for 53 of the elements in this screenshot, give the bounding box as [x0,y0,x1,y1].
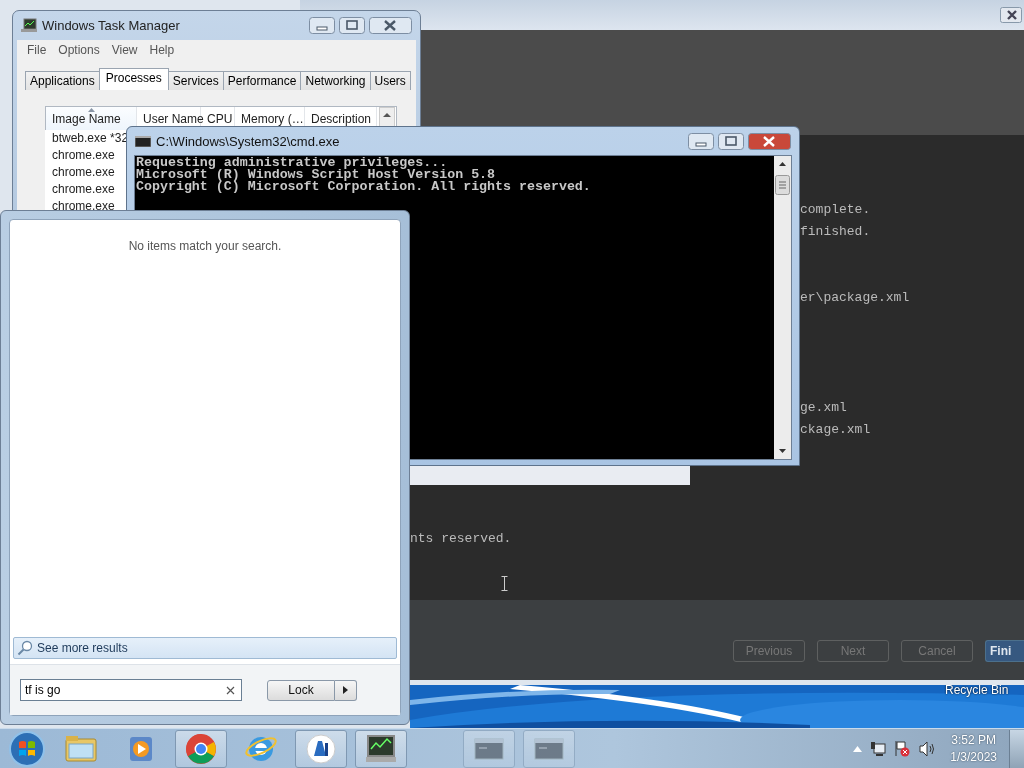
minimize-button[interactable] [688,132,714,150]
empty-results-message: No items match your search. [128,239,282,253]
console-line: Requesting administrative privileges... [136,157,448,169]
volume-icon[interactable] [918,740,937,757]
desktop-icon-label[interactable]: Recycle Bin [945,683,1009,697]
text-cursor-icon [501,576,508,591]
clear-icon[interactable] [226,686,235,695]
show-desktop-button[interactable] [1009,729,1024,768]
tab[interactable]: Networking [300,71,371,90]
menu-item[interactable]: File [21,43,53,57]
show-hidden-icons-button[interactable] [853,745,863,752]
tab[interactable]: Users [369,71,411,90]
console-line: complete. [800,201,871,219]
close-button[interactable] [748,132,791,150]
console-line: nts reserved. [410,530,512,548]
search-icon [17,640,33,656]
taskbar-button[interactable] [355,729,407,768]
caret-icon [343,686,348,694]
scroll-up-button[interactable] [379,107,395,129]
network-icon[interactable] [870,740,887,757]
tab[interactable]: Processes [98,68,169,90]
scrollbar[interactable] [774,156,791,459]
console-line: Copyright (C) Microsoft Corporation. All rights reserved. [136,181,592,193]
monitor-icon [21,18,37,33]
search-field[interactable]: tf is go [20,679,242,701]
close-button[interactable] [1000,7,1022,23]
maximize-button[interactable] [718,132,744,150]
flag-warning-icon[interactable] [894,740,911,757]
window-title: Windows Task Manager [42,18,181,33]
console-line: Microsoft (R) Windows Script Host Version 5.8 [136,169,496,181]
console-line: er\package.xml [800,289,910,307]
menu-item[interactable]: Options [52,43,106,57]
tab[interactable]: Performance [222,71,302,90]
sort-arrow-icon [88,108,95,112]
maximize-button[interactable] [339,17,365,34]
arrow-button[interactable] [335,679,357,701]
tab[interactable]: Services [167,71,224,90]
finish-button[interactable]: Fini [985,640,1024,662]
menu-item[interactable]: View [105,43,144,57]
window-title: C:\Windows\System32\cmd.exe [156,133,341,149]
minimize-button[interactable] [309,17,335,34]
column-header[interactable]: Image Name [46,107,137,130]
console-line: ckage.xml [800,421,871,439]
lock-button[interactable]: Lock [267,679,335,701]
taskbar-button[interactable] [295,729,347,768]
console-icon [135,135,151,147]
console-line: ge.xml [800,399,847,417]
see-more-results-link[interactable]: See more results [13,637,397,659]
console-line: finished. [800,223,871,241]
close-button[interactable] [369,17,412,34]
start-button[interactable] [7,728,47,768]
tab[interactable]: Applications [25,71,100,90]
menu-item[interactable]: Help [143,43,181,57]
